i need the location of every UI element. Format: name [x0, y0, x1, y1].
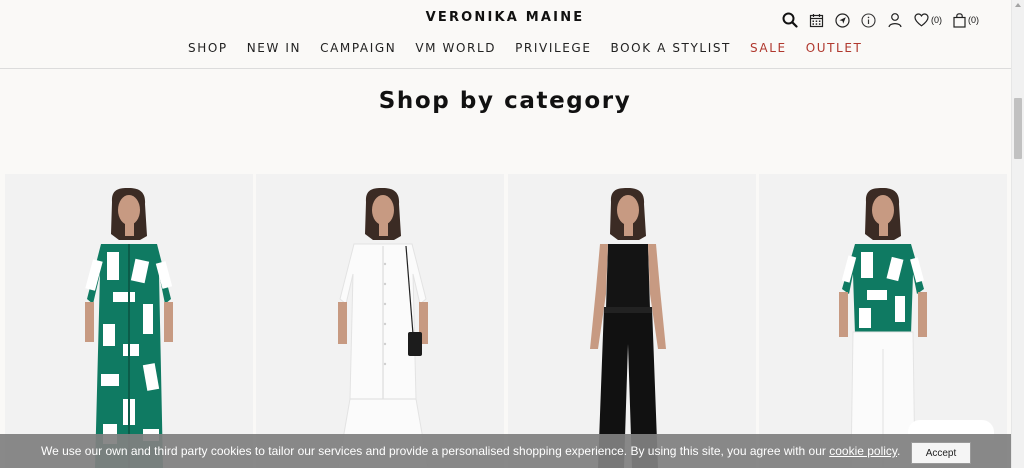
- wishlist-button[interactable]: (0): [914, 13, 942, 27]
- header-icons: (0) (0): [782, 10, 990, 30]
- cookie-policy-link[interactable]: cookie policy: [829, 444, 897, 458]
- shopping-bag-icon: [953, 12, 966, 28]
- model-white-shirt-dress-image: [256, 174, 504, 468]
- nav-item-campaign[interactable]: CAMPAIGN: [320, 41, 396, 55]
- cookie-banner: We use our own and third party cookies t…: [0, 434, 1011, 468]
- accept-cookies-button[interactable]: Accept: [911, 442, 971, 464]
- nav-item-shop[interactable]: SHOP: [188, 41, 228, 55]
- scroll-thumb[interactable]: [1014, 98, 1022, 159]
- nav-item-vm-world[interactable]: VM WORLD: [415, 41, 496, 55]
- bag-count: (0): [968, 15, 979, 25]
- category-card-2[interactable]: [256, 174, 504, 468]
- search-icon[interactable]: [782, 12, 798, 28]
- page-scrollbar[interactable]: [1011, 0, 1024, 468]
- wishlist-count: (0): [931, 15, 942, 25]
- nav-item-sale[interactable]: SALE: [750, 41, 787, 55]
- site-header: VERONIKA MAINE (0) (0) SHOP NEW IN CAMPA…: [0, 0, 1011, 69]
- nav-item-book-a-stylist[interactable]: BOOK A STYLIST: [611, 41, 731, 55]
- model-green-print-dress-image: [5, 174, 253, 468]
- cookie-banner-text: We use our own and third party cookies t…: [41, 444, 901, 458]
- main-nav: SHOP NEW IN CAMPAIGN VM WORLD PRIVILEGE …: [188, 41, 881, 55]
- user-icon[interactable]: [887, 12, 903, 28]
- location-icon[interactable]: [835, 12, 850, 28]
- info-icon[interactable]: [861, 12, 876, 28]
- model-black-top-pants-image: [508, 174, 756, 468]
- shopping-bag-button[interactable]: (0): [953, 12, 979, 28]
- category-card-3[interactable]: [508, 174, 756, 468]
- nav-item-new-in[interactable]: NEW IN: [247, 41, 301, 55]
- nav-item-outlet[interactable]: OUTLET: [806, 41, 863, 55]
- page-title: Shop by category: [378, 88, 632, 114]
- nav-item-privilege[interactable]: PRIVILEGE: [515, 41, 591, 55]
- scroll-up-arrow[interactable]: [1015, 3, 1021, 7]
- calendar-icon[interactable]: [809, 13, 824, 28]
- category-card-1[interactable]: [5, 174, 253, 468]
- heart-icon: [914, 13, 929, 27]
